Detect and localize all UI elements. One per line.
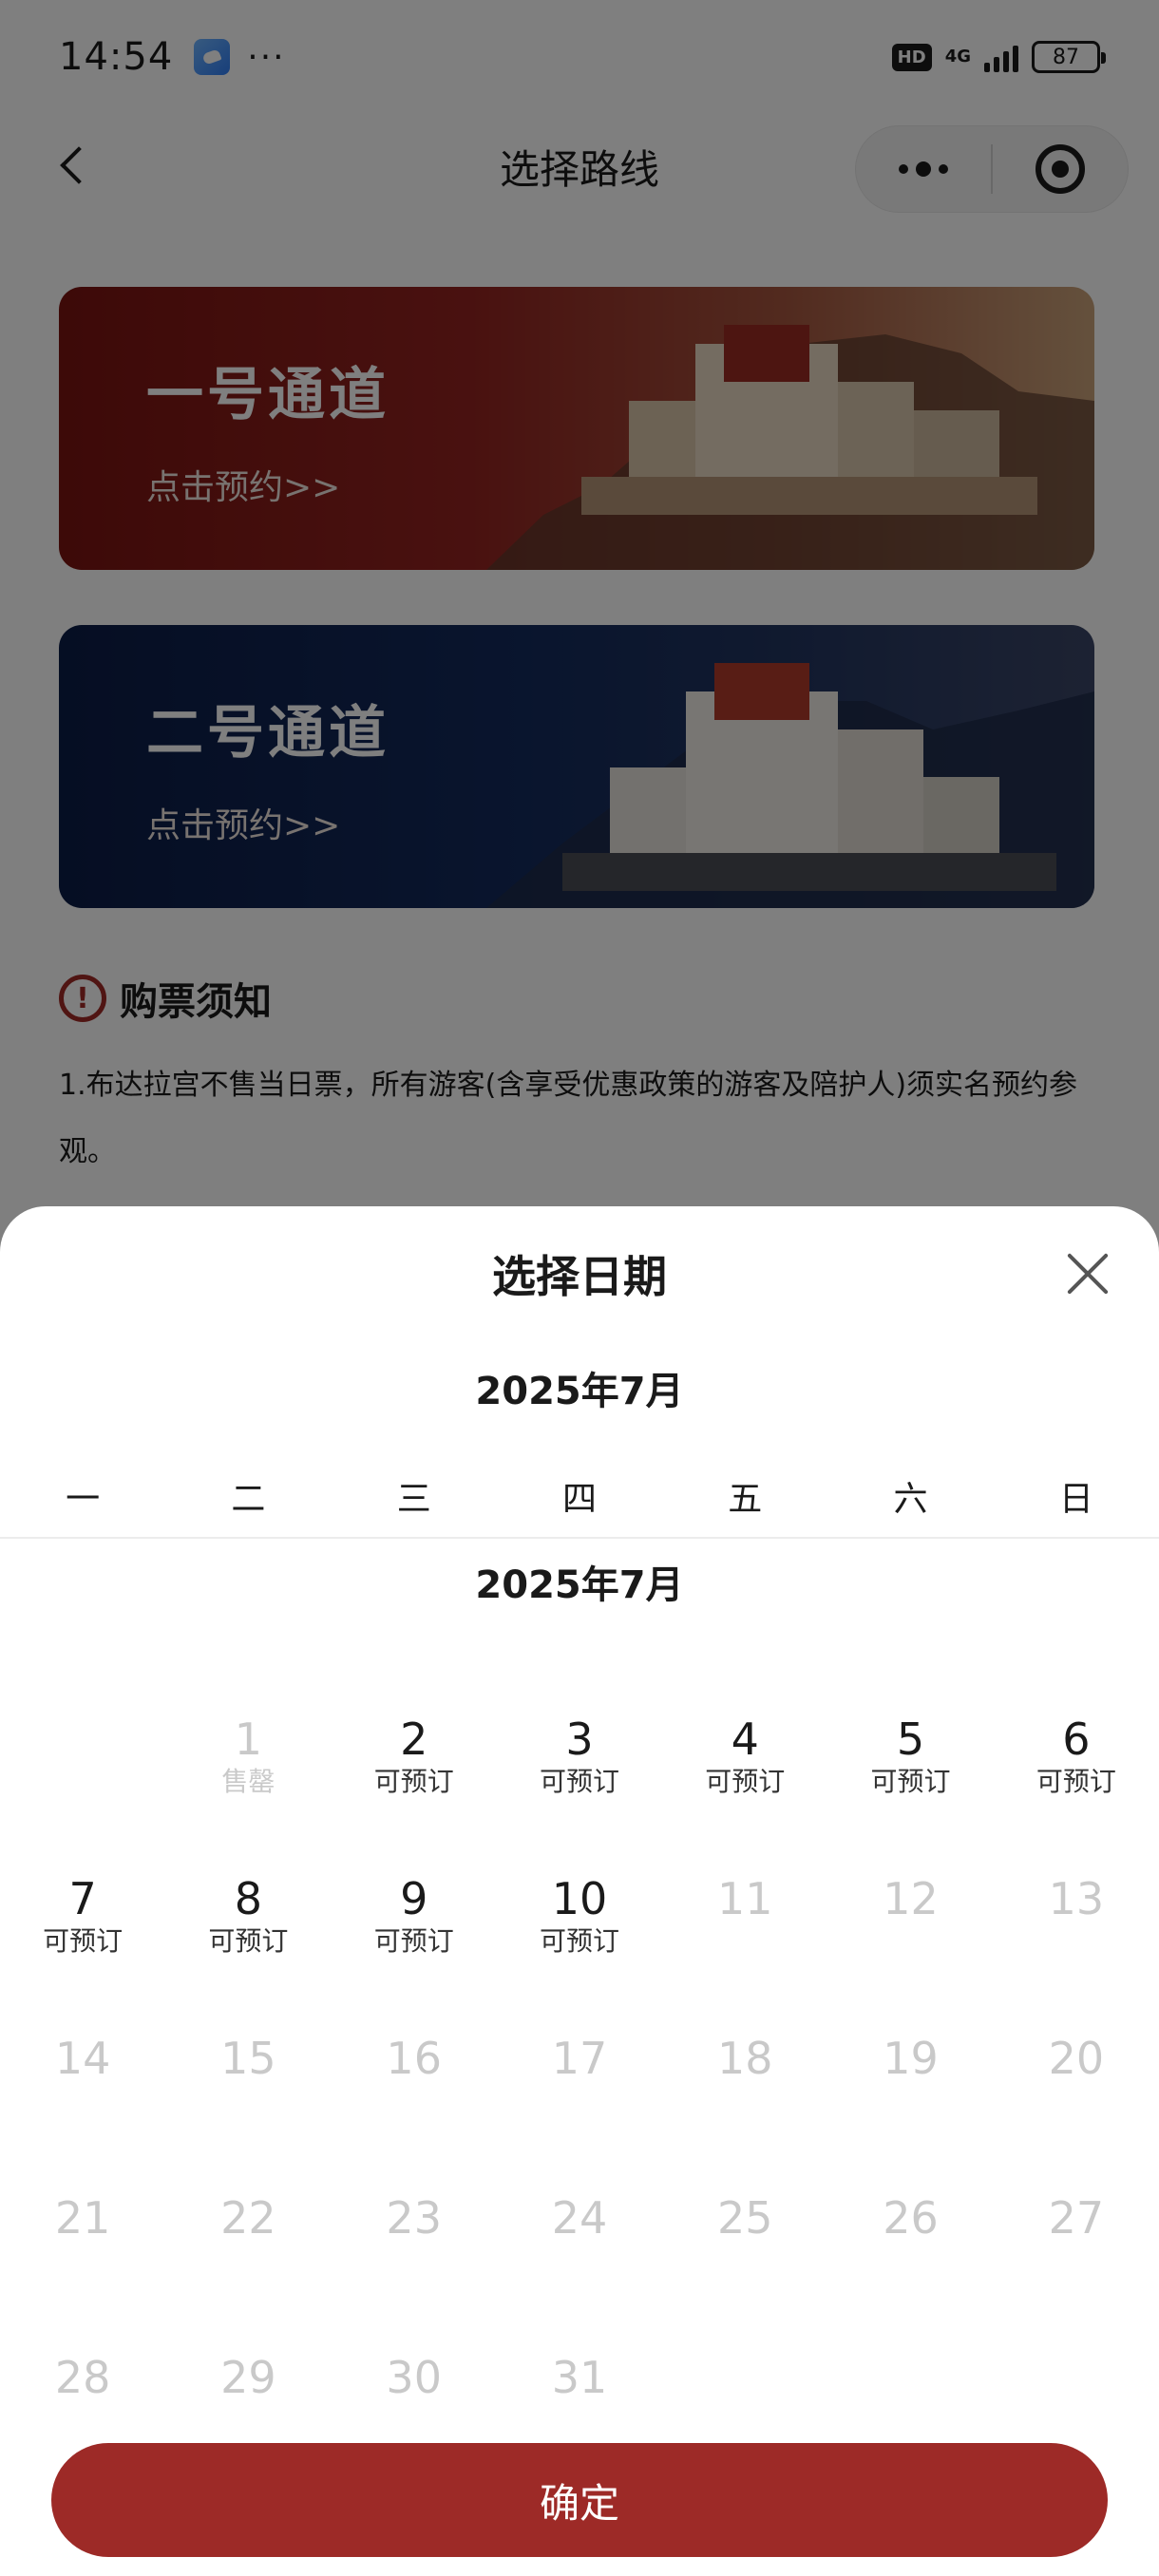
day-status: 可预订	[1036, 1766, 1116, 1797]
day-status: 可预订	[208, 1925, 289, 1957]
calendar-day-cell[interactable]: 5 可预订	[827, 1695, 993, 1854]
weekday-header: 一 二 三 四 五 六 日	[0, 1457, 1159, 1535]
day-number: 16	[386, 2033, 442, 2084]
calendar-day-cell: 12	[827, 1854, 993, 2014]
calendar-day-cell: 27	[994, 2173, 1159, 2333]
day-status: 售罄	[221, 1766, 276, 1797]
day-number: 5	[896, 1714, 925, 1765]
day-number: 25	[717, 2192, 773, 2244]
day-status: 可预订	[705, 1766, 786, 1797]
day-number: 14	[54, 2033, 111, 2084]
day-number: 31	[551, 2352, 608, 2403]
day-number: 15	[220, 2033, 276, 2084]
day-number: 19	[883, 2033, 939, 2084]
day-number: 4	[731, 1714, 759, 1765]
calendar-day-cell: 14	[0, 2014, 165, 2173]
calendar-blank-cell	[0, 1695, 165, 1854]
day-number: 30	[386, 2352, 442, 2403]
calendar-day-cell: 15	[165, 2014, 331, 2173]
day-number: 20	[1048, 2033, 1105, 2084]
close-icon[interactable]	[1064, 1250, 1112, 1297]
day-number: 10	[551, 1873, 608, 1924]
day-number: 28	[54, 2352, 111, 2403]
day-number: 27	[1048, 2192, 1105, 2244]
month-header: 2025年7月	[475, 1370, 684, 1413]
day-status: 可预订	[539, 1766, 619, 1797]
calendar-day-cell[interactable]: 9 可预订	[332, 1854, 497, 2014]
date-picker-sheet: 选择日期 2025年7月 一 二 三 四 五 六 日 2025年7月 1 售罄 2 可…	[0, 1206, 1159, 2576]
day-number: 2	[400, 1714, 428, 1765]
calendar-day-cell: 21	[0, 2173, 165, 2333]
weekday-label: 六	[893, 1480, 928, 1519]
weekday-label: 一	[66, 1480, 101, 1519]
divider	[0, 1537, 1159, 1539]
day-number: 3	[565, 1714, 594, 1765]
weekday-label: 三	[396, 1480, 431, 1519]
calendar-day-cell: 13	[994, 1854, 1159, 2014]
calendar-day-cell: 26	[827, 2173, 993, 2333]
day-number: 9	[400, 1873, 428, 1924]
day-status: 可预订	[373, 1766, 454, 1797]
day-status: 可预订	[373, 1925, 454, 1957]
calendar-day-cell: 1 售罄	[165, 1695, 331, 1854]
day-number: 29	[220, 2352, 276, 2403]
day-number: 7	[68, 1873, 97, 1924]
calendar-day-cell[interactable]: 8 可预订	[165, 1854, 331, 2014]
calendar-grid: 1 售罄 2 可预订 3 可预订 4 可预订 5 可预订 6 可预订 7 可预订 8 可预订 9 可预订 10 可预订…	[0, 1695, 1159, 2492]
calendar-day-cell[interactable]: 4 可预订	[662, 1695, 827, 1854]
calendar-day-cell[interactable]: 3 可预订	[497, 1695, 662, 1854]
day-number: 26	[883, 2192, 939, 2244]
calendar-day-cell: 19	[827, 2014, 993, 2173]
calendar-day-cell: 20	[994, 2014, 1159, 2173]
calendar-day-cell: 16	[332, 2014, 497, 2173]
calendar-day-cell: 11	[662, 1854, 827, 2014]
calendar-day-cell: 24	[497, 2173, 662, 2333]
calendar-day-cell: 23	[332, 2173, 497, 2333]
day-number: 17	[551, 2033, 608, 2084]
calendar-day-cell: 18	[662, 2014, 827, 2173]
confirm-button[interactable]: 确定	[51, 2443, 1108, 2557]
calendar-day-cell[interactable]: 6 可预订	[994, 1695, 1159, 1854]
day-status: 可预订	[870, 1766, 951, 1797]
day-number: 18	[717, 2033, 773, 2084]
day-number: 11	[717, 1873, 773, 1924]
calendar-day-cell: 22	[165, 2173, 331, 2333]
day-number: 21	[54, 2192, 111, 2244]
calendar-day-cell: 17	[497, 2014, 662, 2173]
calendar-day-cell[interactable]: 10 可预订	[497, 1854, 662, 2014]
weekday-label: 二	[231, 1480, 266, 1519]
calendar-day-cell[interactable]: 2 可预订	[332, 1695, 497, 1854]
month-label: 2025年7月	[475, 1563, 684, 1607]
day-status: 可预订	[43, 1925, 124, 1957]
calendar-day-cell[interactable]: 7 可预订	[0, 1854, 165, 2014]
day-number: 8	[234, 1873, 263, 1924]
day-number: 22	[220, 2192, 276, 2244]
day-number: 1	[234, 1714, 263, 1765]
day-number: 12	[883, 1873, 939, 1924]
weekday-label: 日	[1058, 1480, 1093, 1519]
day-number: 6	[1062, 1714, 1091, 1765]
day-status: 可预订	[539, 1925, 619, 1957]
sheet-title: 选择日期	[492, 1251, 667, 1302]
calendar-day-cell: 25	[662, 2173, 827, 2333]
weekday-label: 五	[728, 1480, 763, 1519]
weekday-label: 四	[561, 1480, 597, 1519]
day-number: 13	[1048, 1873, 1105, 1924]
day-number: 24	[551, 2192, 608, 2244]
day-number: 23	[386, 2192, 442, 2244]
